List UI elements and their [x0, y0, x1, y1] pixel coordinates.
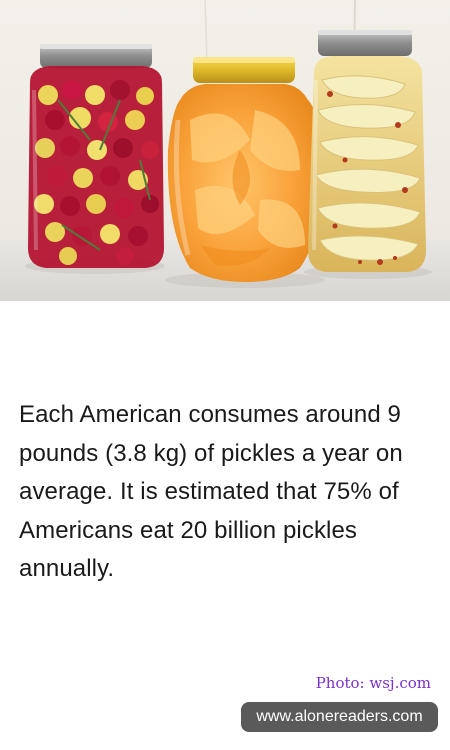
fact-text: Each American consumes around 9 pounds (…: [19, 401, 403, 582]
photo-credit: Photo: wsj.com: [315, 674, 431, 692]
pickle-jars-photo: [0, 0, 450, 301]
peach-jar: [165, 57, 325, 288]
cherry-jar: [25, 44, 165, 274]
fact-card: Each American consumes around 9 pounds (…: [0, 0, 450, 750]
pickle-jar: [304, 30, 432, 279]
site-url-badge[interactable]: www.alonereaders.com: [241, 702, 438, 732]
